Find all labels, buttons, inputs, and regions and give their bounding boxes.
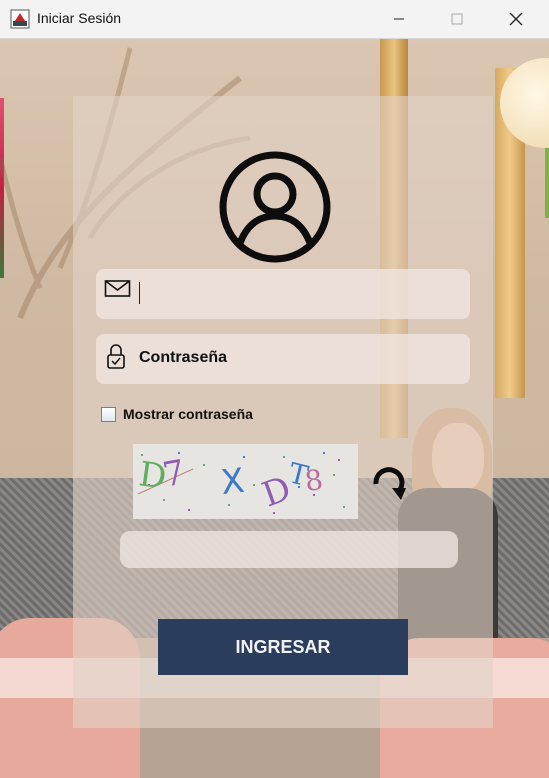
captcha-input[interactable] (120, 531, 458, 568)
refresh-icon[interactable] (368, 464, 410, 500)
show-password-label: Mostrar contraseña (123, 406, 253, 422)
login-window: Iniciar Sesión Contraseña Mostrar contra… (0, 0, 549, 778)
text-cursor (139, 282, 140, 304)
close-icon (509, 12, 523, 26)
minimize-button[interactable] (376, 0, 422, 38)
minimize-icon (394, 18, 404, 20)
email-field[interactable] (96, 269, 470, 319)
checkbox-box[interactable] (101, 406, 116, 422)
maximize-button[interactable] (434, 0, 480, 38)
lock-icon (107, 344, 125, 369)
app-icon (10, 9, 30, 29)
show-password-checkbox[interactable]: Mostrar contraseña (101, 406, 253, 422)
title-bar: Iniciar Sesión (0, 0, 549, 39)
user-circle-icon (219, 151, 331, 263)
background-decoration (545, 138, 549, 218)
close-button[interactable] (493, 0, 539, 38)
login-button[interactable]: INGRESAR (158, 619, 408, 675)
window-title: Iniciar Sesión (37, 10, 122, 26)
maximize-icon (451, 13, 463, 25)
envelope-icon (104, 280, 131, 297)
password-field[interactable]: Contraseña (96, 334, 470, 384)
password-placeholder: Contraseña (139, 349, 228, 366)
captcha-char: X (218, 460, 247, 504)
captcha-image: D 7 X D T 8 (133, 444, 358, 519)
